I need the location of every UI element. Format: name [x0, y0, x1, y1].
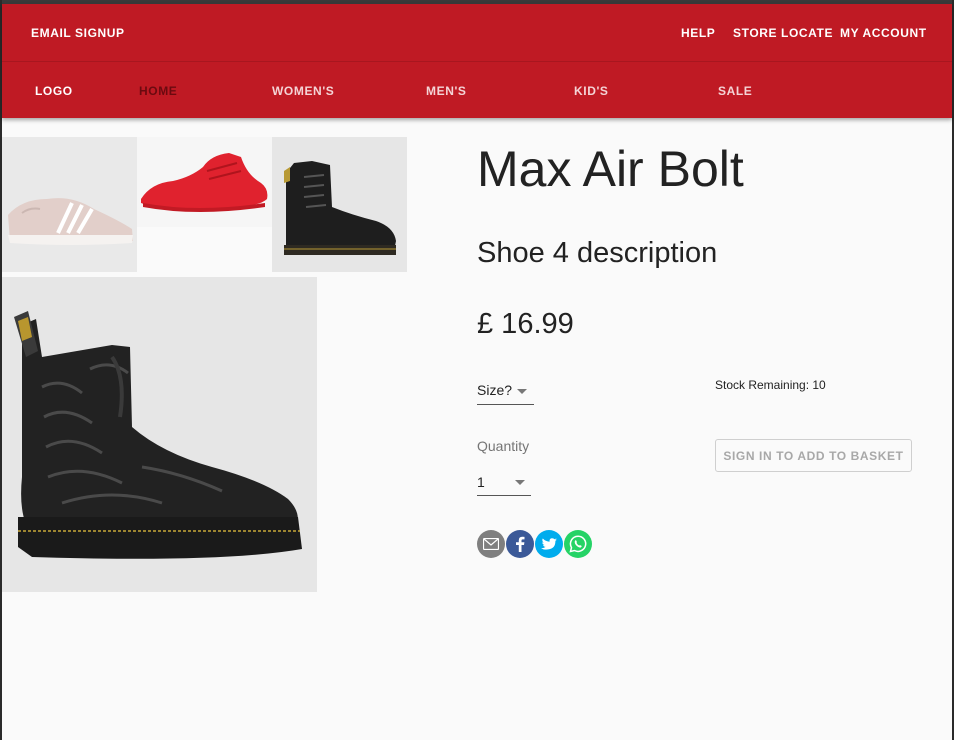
thumbnail-pink-sneaker[interactable]	[2, 137, 137, 272]
header-top-bar: EMAIL SIGNUP HELP STORE LOCATE MY ACCOUN…	[2, 4, 952, 62]
red-high-top-sneaker-image	[141, 153, 268, 212]
nav-item-kids[interactable]: KID'S	[574, 84, 609, 98]
chevron-down-icon	[517, 389, 527, 394]
my-account-link[interactable]: MY ACCOUNT	[840, 26, 927, 40]
size-select[interactable]: Size?	[477, 380, 534, 405]
main-nav: LOGO HOME WOMEN'S MEN'S KID'S SALE	[2, 62, 952, 118]
store-locate-link[interactable]: STORE LOCATE	[733, 26, 833, 40]
black-combat-boot-image	[284, 161, 396, 255]
thumbnail-black-boot[interactable]	[272, 137, 407, 272]
product-description: Shoe 4 description	[477, 237, 718, 269]
nav-item-sale[interactable]: SALE	[718, 84, 752, 98]
stock-remaining: Stock Remaining: 10	[715, 378, 826, 392]
nav-item-mens[interactable]: MEN'S	[426, 84, 467, 98]
email-share-button[interactable]	[477, 530, 505, 558]
email-signup-link[interactable]: EMAIL SIGNUP	[31, 26, 125, 40]
help-link[interactable]: HELP	[681, 26, 715, 40]
quantity-select[interactable]: 1	[477, 472, 531, 496]
thumbnail-red-sneaker[interactable]	[137, 137, 272, 227]
product-price: £ 16.99	[477, 308, 574, 340]
pink-sneaker-image	[8, 198, 133, 245]
main-product-image	[2, 277, 317, 592]
black-platform-boot-image	[14, 311, 302, 559]
site-header: EMAIL SIGNUP HELP STORE LOCATE MY ACCOUN…	[2, 4, 952, 118]
product-title: Max Air Bolt	[477, 141, 744, 197]
logo[interactable]: LOGO	[35, 84, 73, 98]
email-icon	[483, 538, 499, 550]
nav-item-womens[interactable]: WOMEN'S	[272, 84, 334, 98]
nav-item-home[interactable]: HOME	[139, 84, 177, 98]
chevron-down-icon	[515, 480, 525, 485]
twitter-share-button[interactable]	[535, 530, 563, 558]
twitter-icon	[541, 537, 557, 550]
size-select-label: Size?	[477, 382, 513, 398]
quantity-label: Quantity	[477, 438, 530, 454]
whatsapp-share-button[interactable]	[564, 530, 592, 558]
sign-in-to-add-to-basket-button[interactable]: SIGN IN TO ADD TO BASKET	[715, 439, 912, 472]
facebook-share-button[interactable]	[506, 530, 534, 558]
whatsapp-icon	[569, 535, 587, 553]
facebook-icon	[516, 536, 525, 552]
quantity-value: 1	[477, 474, 485, 490]
